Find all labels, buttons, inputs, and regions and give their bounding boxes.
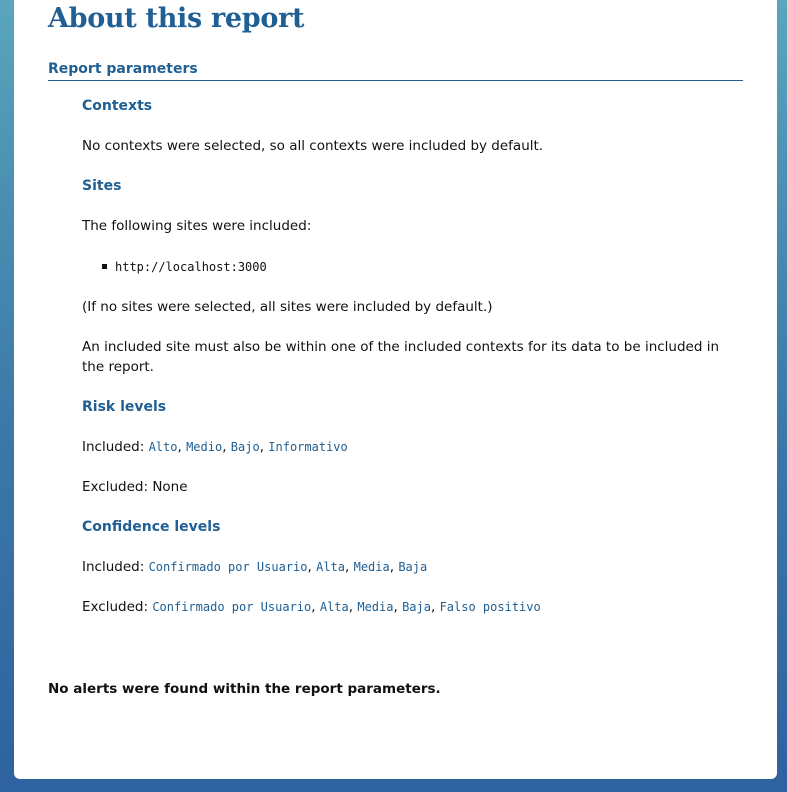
risk-level-value: Alto [148,440,178,454]
risk-included-line: Included: Alto, Medio, Bajo, Informativo [82,439,348,455]
risk-included-label: Included: [82,439,145,455]
confidence-level-value: Media [357,600,394,614]
report-card: About this report Report parameters Cont… [14,0,777,779]
confidence-level-value: Confirmado por Usuario [152,600,312,614]
sites-default-note: (If no sites were selected, all sites we… [82,299,493,315]
risk-excluded-value: None [152,479,188,495]
site-list-item: http://localhost:3000 [102,256,732,277]
page-title: About this report [48,3,305,34]
confidence-level-value: Baja [398,560,428,574]
sites-intro: The following sites were included: [82,218,312,234]
risk-level-value: Bajo [230,440,260,454]
risk-levels-heading: Risk levels [82,399,167,415]
sites-context-note: An included site must also be within one… [82,339,720,375]
contexts-heading: Contexts [82,98,153,114]
confidence-level-value: Alta [319,600,349,614]
risk-excluded-label: Excluded: [82,479,149,495]
risk-excluded-line: Excluded: None [82,477,732,497]
sites-list: http://localhost:3000 [82,256,732,277]
report-parameters-content: Contexts No contexts were selected, so a… [82,96,732,617]
confidence-included-label: Included: [82,559,145,575]
site-url: http://localhost:3000 [115,260,267,274]
section-title-report-parameters: Report parameters [48,61,743,81]
risk-level-value: Informativo [268,440,348,454]
confidence-included-line: Included: Confirmado por Usuario, Alta, … [82,559,428,575]
confidence-level-value: Confirmado por Usuario [148,560,308,574]
confidence-level-value: Alta [316,560,346,574]
no-alerts-message: No alerts were found within the report p… [48,681,441,697]
confidence-excluded-line: Excluded: Confirmado por Usuario, Alta, … [82,599,541,615]
contexts-text: No contexts were selected, so all contex… [82,138,544,154]
sites-heading: Sites [82,178,122,194]
risk-level-value: Medio [186,440,223,454]
confidence-excluded-label: Excluded: [82,599,149,615]
confidence-level-value: Falso positivo [439,600,541,614]
confidence-levels-heading: Confidence levels [82,519,221,535]
confidence-level-value: Baja [402,600,431,614]
confidence-level-value: Media [353,560,390,574]
